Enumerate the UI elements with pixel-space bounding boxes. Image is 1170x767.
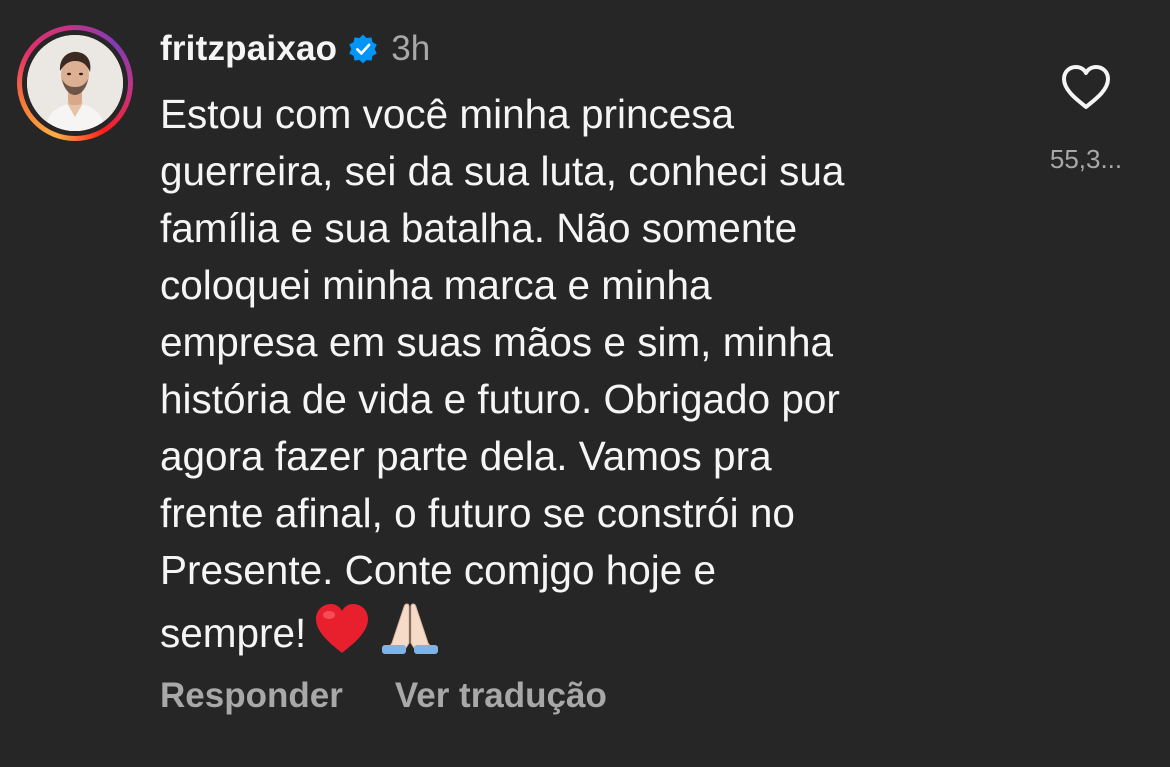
avatar-photo	[27, 35, 123, 131]
comment-line: frente afinal, o futuro se constrói no	[160, 490, 795, 536]
like-count: 55,3...	[1049, 144, 1123, 174]
comment-line: Presente. Conte comjgo hoje e	[160, 547, 717, 593]
comment-line: coloquei minha marca e minha	[160, 262, 712, 308]
comment-line: Estou com você minha princesa	[160, 91, 735, 137]
comment-line: guerreira, sei da sua luta, conheci sua	[160, 148, 845, 194]
comment-line: empresa em suas mãos e sim, minha	[160, 319, 833, 365]
see-translation-button[interactable]: Ver tradução	[395, 676, 607, 716]
verified-badge-icon	[347, 33, 379, 65]
comment-text: Estou com você minha princesa guerreira,…	[160, 86, 1020, 670]
username-link[interactable]: fritzpaixao	[160, 29, 337, 69]
timestamp: 3h	[391, 29, 431, 68]
avatar[interactable]	[27, 35, 123, 131]
comment-line: família e sua batalha. Não somente	[160, 205, 798, 251]
avatar-story-ring[interactable]	[17, 25, 133, 141]
comment-line: história de vida e futuro. Obrigado por	[160, 376, 840, 422]
comment-header: fritzpaixao 3h	[160, 24, 430, 74]
comment: fritzpaixao 3h Estou com você minha prin…	[0, 0, 1170, 767]
reply-button[interactable]: Responder	[160, 676, 343, 716]
folded-hands-icon	[378, 599, 442, 670]
comment-line: agora fazer parte dela. Vamos pra	[160, 433, 772, 479]
like-section: 55,3...	[1040, 62, 1132, 175]
red-heart-icon	[314, 603, 370, 670]
comment-line: sempre!	[160, 610, 307, 656]
heart-outline-icon[interactable]	[1060, 62, 1112, 114]
comment-actions: Responder Ver tradução	[160, 676, 607, 716]
comment-last-line: sempre!	[160, 599, 1020, 670]
